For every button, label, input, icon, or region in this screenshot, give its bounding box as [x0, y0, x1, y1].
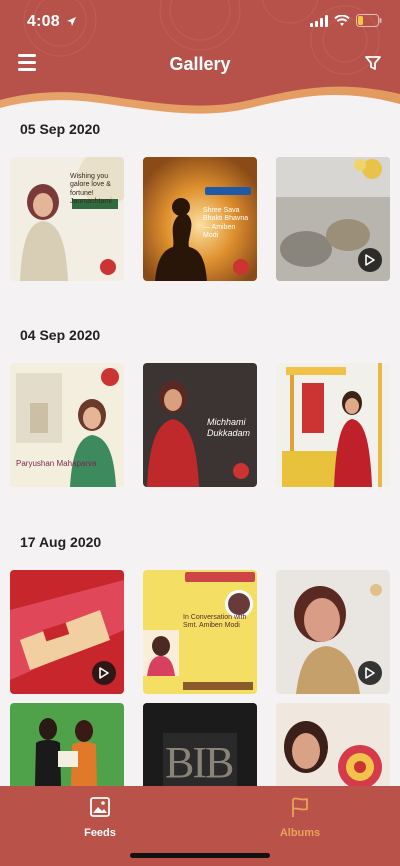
- thumbnail-grid: In Conversation with Smt. Amiben Modi: [0, 570, 390, 694]
- header: 4:08 Gallery: [0, 0, 400, 130]
- tab-label: Albums: [279, 827, 321, 839]
- filter-button[interactable]: [364, 54, 382, 72]
- date-section: BIB: [0, 703, 390, 786]
- play-icon[interactable]: [358, 248, 382, 272]
- thumbnail-grid: Wishing you galore love & fortune! Janma…: [0, 157, 390, 281]
- gallery-thumbnail[interactable]: [276, 363, 390, 487]
- status-icons: [310, 14, 382, 27]
- status-bar: 4:08: [0, 0, 400, 44]
- gallery-thumbnail[interactable]: BIB: [143, 703, 257, 786]
- gallery-thumbnail-video[interactable]: [276, 570, 390, 694]
- tab-label: Feeds: [84, 827, 116, 839]
- thumbnail-caption: In Conversation with Smt. Amiben Modi: [183, 614, 247, 630]
- location-arrow-icon: [67, 17, 76, 26]
- play-icon[interactable]: [358, 661, 382, 685]
- bottom-tab-bar: Feeds Albums: [0, 786, 400, 866]
- thumbnail-grid: Paryushan Mahaparva Michhami Dukkadam: [0, 363, 390, 487]
- signal-icon: [310, 14, 328, 27]
- tab-feeds[interactable]: Feeds: [50, 796, 150, 839]
- date-section: 17 Aug 2020 In Conversation with Smt. Am…: [0, 534, 390, 694]
- page-title: Gallery: [169, 54, 231, 74]
- section-date: 17 Aug 2020: [20, 534, 102, 550]
- status-time: 4:08: [27, 13, 60, 30]
- thumbnail-caption: BIB: [165, 738, 234, 786]
- gallery-feed[interactable]: 05 Sep 2020 Wishing you galore love & fo…: [0, 100, 400, 786]
- gallery-thumbnail[interactable]: Shree Sava Bhakti Bhavna — Amiben Modi: [143, 157, 257, 281]
- thumbnail-caption: Michhami Dukkadam: [207, 417, 251, 438]
- gallery-thumbnail[interactable]: Wishing you galore love & fortune! Janma…: [10, 157, 124, 281]
- filter-icon: [365, 56, 381, 70]
- gallery-thumbnail[interactable]: [10, 703, 124, 786]
- gallery-thumbnail-video[interactable]: [276, 157, 390, 281]
- thumbnail-caption: Wishing you galore love & fortune! Janma…: [70, 173, 112, 206]
- nav-bar: Gallery: [0, 44, 400, 84]
- gallery-thumbnail-video[interactable]: [10, 570, 124, 694]
- home-indicator: [130, 853, 270, 858]
- thumbnail-caption: Paryushan Mahaparva: [16, 459, 97, 468]
- gallery-thumbnail[interactable]: Michhami Dukkadam: [143, 363, 257, 487]
- section-date: 04 Sep 2020: [20, 327, 101, 343]
- tab-albums[interactable]: Albums: [250, 796, 350, 839]
- thumbnail-caption: Shree Sava Bhakti Bhavna — Amiben Modi: [203, 207, 249, 240]
- flag-icon: [292, 797, 308, 817]
- date-section: 04 Sep 2020 Paryushan Mahaparva Michhami…: [0, 327, 390, 487]
- gallery-screen: 4:08 Gallery 05 Sep 2020 Wishing you gal…: [0, 0, 400, 866]
- feeds-image-icon: [90, 797, 110, 817]
- gallery-thumbnail[interactable]: Paryushan Mahaparva: [10, 363, 124, 487]
- gallery-thumbnail[interactable]: [276, 703, 390, 786]
- date-section: 05 Sep 2020 Wishing you galore love & fo…: [0, 121, 390, 281]
- wifi-icon: [334, 14, 350, 26]
- battery-icon: [356, 14, 382, 27]
- thumbnail-grid: BIB: [0, 703, 390, 786]
- gallery-thumbnail[interactable]: In Conversation with Smt. Amiben Modi: [143, 570, 257, 694]
- play-icon[interactable]: [92, 661, 116, 685]
